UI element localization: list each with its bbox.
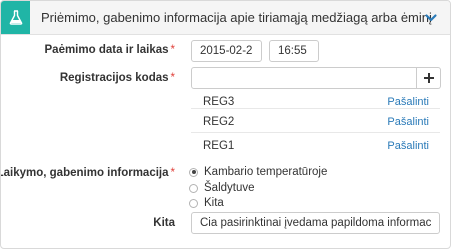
registration-code: REG1	[203, 140, 235, 152]
remove-link[interactable]: Pašalinti	[387, 140, 429, 152]
remove-link[interactable]: Pašalinti	[387, 116, 429, 128]
flask-icon	[1, 1, 30, 34]
registration-code: REG2	[203, 116, 235, 128]
radio-unchecked-icon	[189, 198, 198, 208]
radio-unchecked-icon	[189, 183, 198, 193]
form-panel: Priėmimo, gabenimo informacija apie tiri…	[0, 0, 451, 249]
date-time-label: Paėmimo data ir laikas *	[45, 44, 176, 56]
date-input[interactable]	[191, 40, 262, 62]
panel-title: Priėmimo, gabenimo informacija apie tiri…	[41, 10, 432, 25]
required-mark: *	[170, 44, 175, 56]
panel-header[interactable]: Priėmimo, gabenimo informacija apie tiri…	[1, 1, 450, 35]
radio-checked-icon	[189, 167, 198, 177]
date-time-label-text: Paėmimo data ir laikas	[44, 44, 169, 56]
plus-icon	[423, 73, 434, 83]
required-mark: *	[170, 167, 175, 179]
registration-code-row: REG2 Pašalinti	[191, 108, 440, 134]
registration-code: REG3	[203, 96, 235, 108]
time-input[interactable]	[269, 40, 319, 62]
registration-code-label-text: Registracijos kodas	[59, 72, 169, 84]
radio-label: Kita	[204, 197, 224, 209]
storage-info-label: Laikymo, gabenimo informacija *	[0, 167, 175, 179]
radio-room-temperature[interactable]: Kambario temperatūroje	[189, 165, 327, 179]
other-label: Kita	[153, 217, 175, 229]
chevron-down-icon[interactable]	[424, 11, 438, 25]
remove-link[interactable]: Pašalinti	[387, 96, 429, 108]
registration-code-label: Registracijos kodas *	[60, 72, 175, 84]
radio-label: Šaldytuve	[204, 182, 255, 194]
registration-code-input[interactable]	[191, 67, 417, 89]
radio-other[interactable]: Kita	[189, 196, 224, 210]
storage-info-label-text: Laikymo, gabenimo informacija	[0, 167, 169, 179]
required-mark: *	[170, 72, 175, 84]
radio-refrigerator[interactable]: Šaldytuve	[189, 181, 255, 195]
other-info-input[interactable]	[191, 212, 440, 234]
registration-code-row: REG1 Pašalinti	[191, 132, 440, 158]
radio-label: Kambario temperatūroje	[204, 166, 328, 178]
add-registration-button[interactable]	[417, 67, 441, 89]
